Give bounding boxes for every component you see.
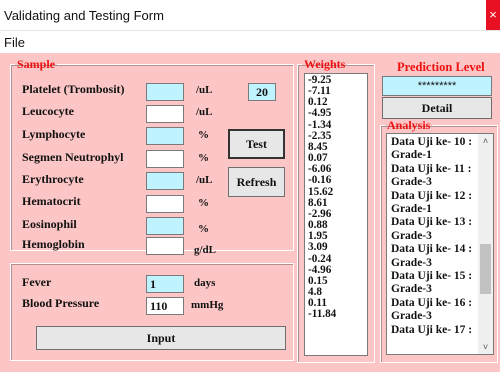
leucocyte-input[interactable] [146,105,184,123]
input-button[interactable]: Input [36,326,286,350]
analysis-list[interactable]: Data Uji ke- 10 : Grade-1 Data Uji ke- 1… [386,133,494,355]
list-item: Grade-3 [391,310,432,323]
weights-list[interactable]: -9.25 -7.11 0.12 -4.95 -1.34 -2.35 8.45 … [304,73,368,356]
list-item: Data Uji ke- 12 : [391,189,473,202]
unit-leucocyte: /uL [196,106,213,118]
list-item: Grade-3 [391,283,432,296]
lymphocyte-input[interactable] [146,127,184,145]
detail-button[interactable]: Detail [382,97,492,119]
weights-legend: Weights [304,57,346,71]
title-bar: Validating and Testing Form × [0,0,500,31]
unit-platelet: /uL [196,84,213,96]
label-hemoglobin: Hemoglobin [22,237,85,251]
analysis-scrollbar[interactable]: ˄ ˅ [478,134,493,354]
list-item: Data Uji ke- 11 : [391,162,472,175]
list-item: -0.24 [308,252,332,265]
unit-erythrocyte: /uL [196,174,213,186]
label-erythrocyte: Erythrocyte [22,172,84,186]
list-item: Data Uji ke- 15 : [391,270,473,283]
label-hematocrit: Hematocrit [22,194,81,208]
chevron-down-icon[interactable]: ˅ [478,340,493,354]
prediction-title: Prediction Level [397,60,485,74]
scroll-thumb[interactable] [480,244,491,294]
menu-bar: File [0,31,500,53]
list-item: Grade-3 [391,256,432,269]
unit-lymphocyte: % [198,129,209,141]
refresh-button[interactable]: Refresh [228,167,285,197]
list-item: Grade-3 [391,229,432,242]
unit-blood-pressure: mmHg [191,299,224,311]
weights-list-items: -9.25 -7.11 0.12 -4.95 -1.34 -2.35 8.45 … [305,74,367,321]
hematocrit-input[interactable] [146,195,184,213]
unit-fever: days [194,277,216,289]
list-item: -0.16 [308,174,332,187]
unit-hemoglobin: g/dL [194,244,217,256]
chevron-up-icon[interactable]: ˄ [478,134,493,148]
list-item: Data Uji ke- 13 : [391,216,473,229]
unit-segmen-neutrophyl: % [198,152,209,164]
list-item: Data Uji ke- 17 : [391,323,473,336]
unit-hematocrit: % [198,197,209,209]
analysis-list-items: Data Uji ke- 10 : Grade-1 Data Uji ke- 1… [387,134,483,339]
platelet-input[interactable] [146,83,184,101]
label-leucocyte: Leucocyte [22,104,74,118]
label-eosinophil: Eosinophil [22,217,77,231]
list-item: Data Uji ke- 16 : [391,296,473,309]
sample-legend: Sample [17,57,56,71]
list-item: -11.84 [308,308,337,321]
label-blood-pressure: Blood Pressure [22,296,100,310]
label-fever: Fever [22,275,52,289]
eosinophil-input[interactable] [146,217,184,235]
menu-file[interactable]: File [4,35,25,50]
list-item: Grade-1 [391,149,432,162]
list-item: Grade-1 [391,203,432,216]
blood-pressure-input[interactable]: 110 [146,297,184,315]
prediction-display: ********* [382,76,492,96]
list-item: 3.09 [308,241,328,254]
list-item: Data Uji ke- 14 : [391,243,473,256]
label-platelet: Platelet (Trombosit) [22,82,125,96]
analysis-legend: Analysis [387,118,431,132]
form-client-area: Sample Platelet (Trombosit) /uL 20 Leuco… [0,53,500,372]
count-display: 20 [248,83,276,101]
window-title: Validating and Testing Form [4,8,164,23]
close-icon[interactable]: × [486,0,500,30]
test-button[interactable]: Test [228,129,285,159]
label-segmen-neutrophyl: Segmen Neutrophyl [22,150,124,164]
list-item: -4.95 [308,107,332,120]
hemoglobin-input[interactable] [146,237,184,255]
fever-input[interactable]: 1 [146,275,184,293]
erythrocyte-input[interactable] [146,172,184,190]
label-lymphocyte: Lymphocyte [22,127,86,141]
list-item: Grade-3 [391,176,432,189]
unit-eosinophil: % [198,223,209,235]
segmen-neutrophyl-input[interactable] [146,150,184,168]
list-item: Data Uji ke- 10 : [391,136,473,148]
